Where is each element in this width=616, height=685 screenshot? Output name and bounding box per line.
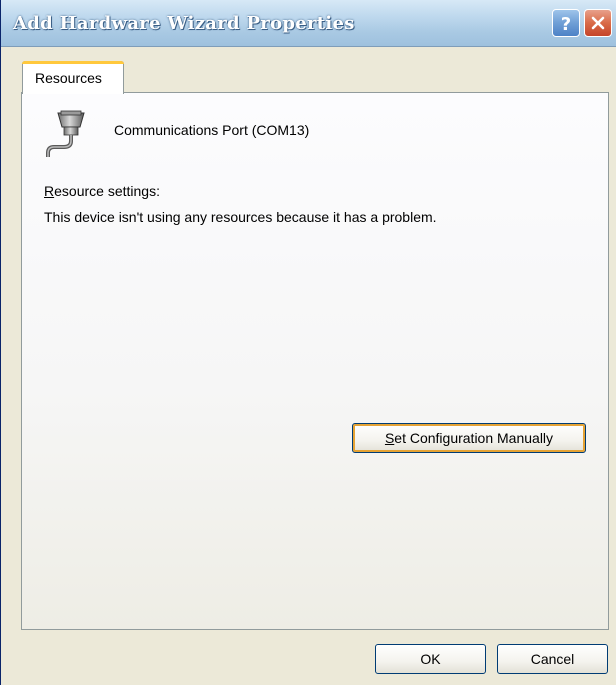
cancel-button[interactable]: Cancel <box>497 644 608 674</box>
svg-text:?: ? <box>561 14 571 33</box>
resource-settings-label: Resource settings: <box>44 183 160 199</box>
device-name: Communications Port (COM13) <box>114 122 310 138</box>
tab-panel: Communications Port (COM13) Resource set… <box>21 92 609 630</box>
window-title: Add Hardware Wizard Properties <box>13 13 355 34</box>
tab-resources-label: Resources <box>35 70 102 86</box>
set-configuration-manually-button[interactable]: Set Configuration Manually <box>352 423 586 453</box>
help-icon: ? <box>561 14 571 33</box>
ok-button[interactable]: OK <box>375 644 486 674</box>
tab-resources[interactable]: Resources <box>22 61 124 94</box>
close-icon <box>591 16 605 30</box>
title-bar[interactable]: Add Hardware Wizard Properties ? <box>1 0 616 47</box>
dialog-window: Add Hardware Wizard Properties ? Resourc… <box>0 0 616 685</box>
close-button[interactable] <box>584 9 612 37</box>
resource-status-message: This device isn't using any resources be… <box>44 209 437 225</box>
help-button[interactable]: ? <box>552 9 580 37</box>
serial-port-icon <box>46 110 85 157</box>
